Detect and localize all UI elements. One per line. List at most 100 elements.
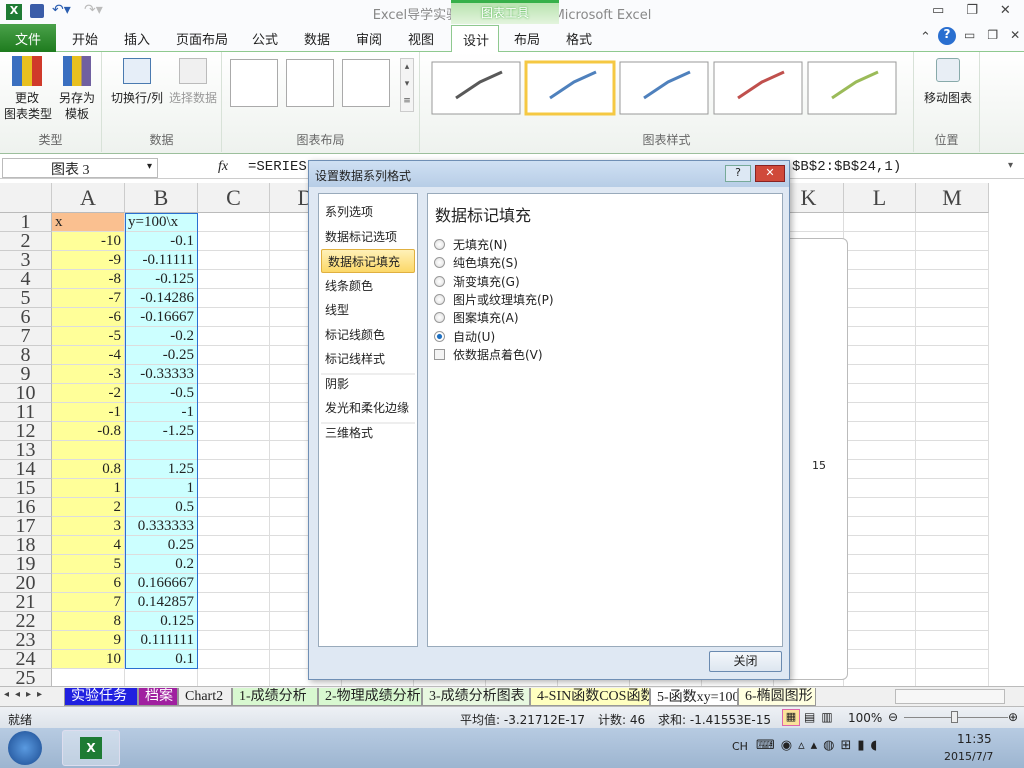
dialog-nav-item[interactable]: 系列选项 bbox=[319, 200, 417, 224]
table-cell[interactable] bbox=[844, 289, 916, 308]
close-icon[interactable]: ✕ bbox=[755, 165, 785, 182]
table-cell[interactable] bbox=[844, 422, 916, 441]
table-cell[interactable] bbox=[916, 289, 989, 308]
table-cell[interactable] bbox=[916, 593, 989, 612]
table-cell[interactable]: -4 bbox=[52, 346, 125, 365]
table-cell[interactable] bbox=[844, 308, 916, 327]
table-cell[interactable]: -0.8 bbox=[52, 422, 125, 441]
dialog-nav-item[interactable]: 数据标记选项 bbox=[319, 225, 417, 249]
table-cell[interactable] bbox=[916, 669, 989, 686]
fx-icon[interactable]: fx bbox=[218, 159, 228, 175]
sheet-tab[interactable]: 4-SIN函数COS函数 bbox=[530, 688, 650, 706]
dialog-nav-item[interactable]: 数据标记填充 bbox=[321, 249, 415, 273]
sheet-tab[interactable]: 1-成绩分析 bbox=[232, 688, 318, 706]
radio-icon[interactable] bbox=[434, 275, 445, 287]
table-cell[interactable] bbox=[198, 650, 270, 669]
window-controls[interactable]: ▭❐✕ bbox=[932, 3, 1024, 18]
table-cell[interactable] bbox=[198, 536, 270, 555]
radio-icon[interactable] bbox=[434, 312, 445, 324]
table-cell[interactable] bbox=[916, 251, 989, 270]
dialog-nav-item[interactable]: 线型 bbox=[319, 298, 417, 322]
radio-icon[interactable] bbox=[434, 330, 445, 342]
layout-thumb-3[interactable] bbox=[342, 59, 390, 107]
vary-colors-checkbox[interactable]: 依数据点着色(V) bbox=[434, 346, 543, 364]
checkbox-icon[interactable] bbox=[434, 349, 445, 360]
fill-option-radio[interactable]: 自动(U) bbox=[434, 328, 495, 346]
table-cell[interactable] bbox=[198, 517, 270, 536]
table-cell[interactable] bbox=[198, 251, 270, 270]
table-cell[interactable] bbox=[198, 213, 270, 232]
column-header-L[interactable]: L bbox=[844, 183, 916, 213]
table-cell[interactable] bbox=[844, 536, 916, 555]
table-cell[interactable] bbox=[916, 422, 989, 441]
table-cell[interactable]: x bbox=[52, 213, 125, 232]
table-cell[interactable] bbox=[916, 270, 989, 289]
table-cell[interactable] bbox=[844, 251, 916, 270]
zoom-slider-thumb[interactable] bbox=[951, 711, 958, 723]
formula-start[interactable]: =SERIES( bbox=[248, 159, 315, 175]
name-box[interactable]: 图表 3 ▾ bbox=[2, 158, 158, 178]
table-cell[interactable] bbox=[844, 441, 916, 460]
table-cell[interactable]: 8 bbox=[52, 612, 125, 631]
column-header-C[interactable]: C bbox=[198, 183, 270, 213]
table-cell[interactable] bbox=[52, 669, 125, 686]
table-cell[interactable] bbox=[844, 517, 916, 536]
radio-icon[interactable] bbox=[434, 257, 445, 269]
table-cell[interactable] bbox=[844, 365, 916, 384]
table-cell[interactable] bbox=[916, 517, 989, 536]
table-cell[interactable] bbox=[844, 650, 916, 669]
table-cell[interactable] bbox=[198, 365, 270, 384]
tab-file[interactable]: 文件 bbox=[0, 24, 56, 52]
table-cell[interactable] bbox=[844, 213, 916, 232]
table-cell[interactable] bbox=[198, 384, 270, 403]
table-cell[interactable] bbox=[52, 441, 125, 460]
table-cell[interactable]: 0.8 bbox=[52, 460, 125, 479]
table-cell[interactable] bbox=[916, 650, 989, 669]
dialog-nav-item[interactable]: 发光和柔化边缘 bbox=[319, 396, 417, 420]
table-cell[interactable] bbox=[198, 422, 270, 441]
table-cell[interactable] bbox=[916, 555, 989, 574]
dialog-nav-item[interactable]: 标记线样式 bbox=[319, 347, 417, 371]
chevron-down-icon[interactable]: ▾ bbox=[147, 161, 152, 172]
taskbar-excel[interactable]: X bbox=[62, 730, 120, 766]
table-cell[interactable]: -8 bbox=[52, 270, 125, 289]
switch-row-column-button[interactable]: 切换行/列 bbox=[108, 58, 166, 106]
chart-style-5[interactable] bbox=[807, 61, 897, 115]
layout-thumb-2[interactable] bbox=[286, 59, 334, 107]
language-indicator[interactable]: CH bbox=[732, 740, 748, 753]
table-cell[interactable] bbox=[198, 270, 270, 289]
table-cell[interactable]: 3 bbox=[52, 517, 125, 536]
column-header-M[interactable]: M bbox=[916, 183, 989, 213]
table-cell[interactable] bbox=[844, 479, 916, 498]
table-cell[interactable] bbox=[844, 327, 916, 346]
table-cell[interactable] bbox=[916, 612, 989, 631]
table-cell[interactable] bbox=[916, 631, 989, 650]
page-view-icons[interactable]: ▤▥ bbox=[804, 710, 839, 724]
table-cell[interactable]: 6 bbox=[52, 574, 125, 593]
table-cell[interactable] bbox=[916, 498, 989, 517]
formula-end[interactable]: $B$2:$B$24,1) bbox=[792, 159, 901, 175]
table-cell[interactable] bbox=[198, 498, 270, 517]
table-cell[interactable] bbox=[844, 403, 916, 422]
dialog-nav-item[interactable]: 阴影 bbox=[319, 372, 417, 396]
zoom-out-icon[interactable]: ⊖ bbox=[888, 710, 898, 724]
table-cell[interactable] bbox=[844, 593, 916, 612]
table-cell[interactable] bbox=[916, 213, 989, 232]
radio-icon[interactable] bbox=[434, 293, 445, 305]
change-chart-type-button[interactable]: 更改 图表类型 bbox=[4, 56, 52, 122]
table-cell[interactable] bbox=[844, 669, 916, 686]
workbook-controls[interactable]: ▭❐✕ bbox=[964, 28, 1024, 42]
table-cell[interactable] bbox=[844, 498, 916, 517]
sheet-nav-arrows[interactable]: ◂◂▸▸ bbox=[4, 689, 48, 700]
table-cell[interactable] bbox=[198, 441, 270, 460]
save-as-template-button[interactable]: 另存为 模板 bbox=[54, 56, 100, 122]
sheet-tab[interactable]: 档案 bbox=[138, 688, 178, 706]
sheet-tab[interactable]: 5-函数xy=100 bbox=[650, 688, 738, 706]
tab-design[interactable]: 设计 bbox=[451, 25, 499, 53]
chart-style-gallery[interactable] bbox=[428, 58, 898, 120]
tab-review[interactable]: 审阅 bbox=[356, 29, 382, 48]
start-button[interactable] bbox=[8, 731, 42, 765]
table-cell[interactable] bbox=[916, 460, 989, 479]
table-cell[interactable] bbox=[198, 327, 270, 346]
tab-formulas[interactable]: 公式 bbox=[252, 29, 278, 48]
